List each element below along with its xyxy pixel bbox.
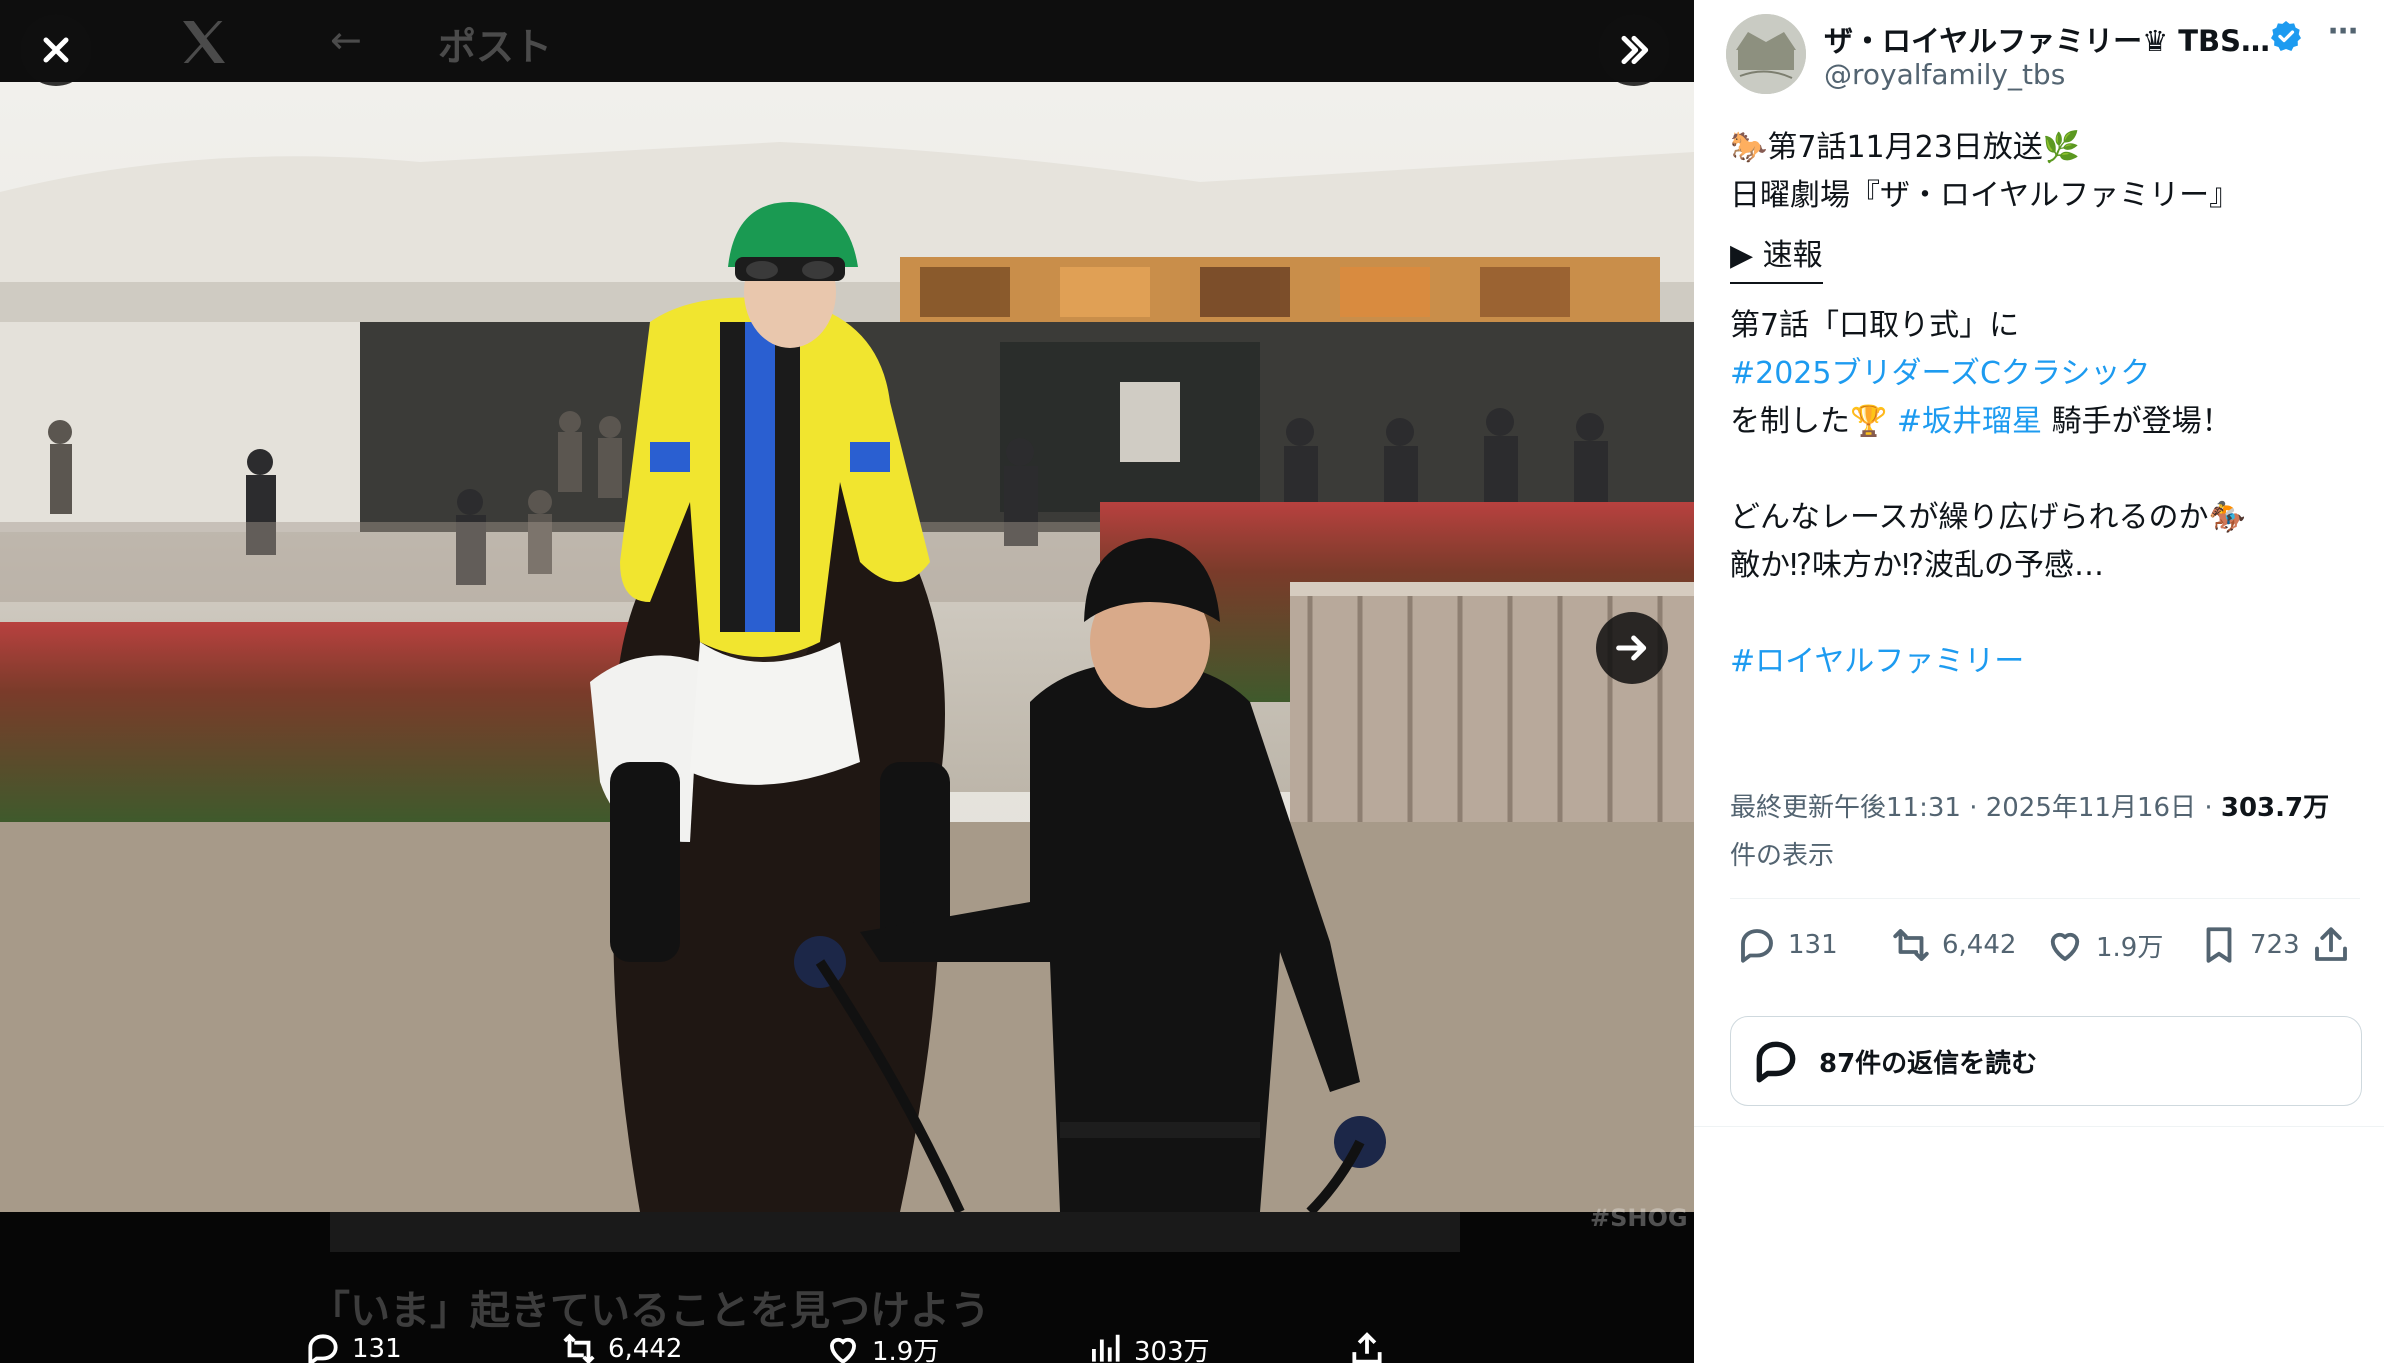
tweet-line-3: ▶︎ 速報 <box>1730 232 1823 284</box>
bookmark-button[interactable]: 723 <box>2198 924 2300 966</box>
next-arrow-icon <box>1616 635 1647 661</box>
hashtag-royal-family[interactable]: #ロイヤルファミリー <box>1730 644 2024 679</box>
background-views-count: 303万 <box>1134 1336 1210 1363</box>
author-handle[interactable]: @royalfamily_tbs <box>1824 58 2065 91</box>
background-repost-stat: 6,442 <box>560 1330 682 1363</box>
tweet-line-1-text: 第7話11月23日放送 <box>1767 130 2043 165</box>
background-page-title: ポスト <box>438 25 553 69</box>
media-viewer: ← ポスト #SHOG 「いま」起きていることを見つけよう 131 6,442 … <box>0 0 1694 1363</box>
tweet-line-8: 敵か⁉味方か⁉波乱の予感… <box>1730 548 2104 583</box>
background-repost-count: 6,442 <box>608 1334 683 1363</box>
like-button[interactable]: 1.9万 <box>2044 924 2163 966</box>
close-button[interactable] <box>20 14 92 86</box>
reply-count: 131 <box>1788 930 1838 960</box>
read-replies-button[interactable]: 87件の返信を読む <box>1730 1016 2362 1106</box>
collapse-panel-icon <box>1621 35 1649 65</box>
repost-count: 6,442 <box>1942 930 2017 960</box>
collapse-panel-button[interactable] <box>1598 14 1670 86</box>
tweet-detail-panel: ザ・ロイヤルファミリー♛ TBS1... ⋯ @royalfamily_tbs … <box>1694 0 2384 1363</box>
horse-emoji: 🐎 <box>1730 130 1768 165</box>
background-share-stat <box>1348 1330 1386 1363</box>
divider <box>1694 1126 2384 1127</box>
verified-badge-icon <box>2271 21 2301 51</box>
reply-icon <box>1756 1041 1796 1083</box>
tweet-line-2: 日曜劇場『ザ・ロイヤルファミリー』 <box>1730 178 2240 213</box>
updated-time[interactable]: 最終更新午後11:31 · 2025年11月16日 · <box>1730 793 2221 823</box>
more-icon[interactable]: ⋯ <box>2328 14 2359 49</box>
tweet-text: 🐎第7話11月23日放送🌿 日曜劇場『ザ・ロイヤルファミリー』 ▶︎ 速報 第7… <box>1730 124 2360 686</box>
bookmark-icon <box>2206 927 2232 963</box>
action-bar: 131 6,442 1.9万 723 <box>1730 924 2360 984</box>
hashtag-sakai-ryusei[interactable]: #坂井瑠星 <box>1897 404 2042 439</box>
tweet-line-6: を制した🏆 #坂井瑠星 騎手が登場！ <box>1730 398 2360 446</box>
hashtag-breeders-cup[interactable]: #2025ブリダーズCクラシック <box>1730 356 2150 391</box>
reply-icon <box>1741 929 1773 963</box>
tweet-line-7: どんなレースが繰り広げられるのか🏇 <box>1730 494 2360 542</box>
like-icon <box>830 1337 856 1363</box>
background-strip <box>330 1212 1460 1252</box>
tweet-line-4: 第7話「口取り式」に <box>1730 308 2020 343</box>
like-icon <box>2050 932 2080 961</box>
close-icon <box>43 37 69 63</box>
views-icon <box>1092 1334 1120 1362</box>
repost-icon <box>1893 929 1929 961</box>
background-header <box>0 0 1694 82</box>
view-count: 303.7万 <box>2220 793 2330 823</box>
next-media-button[interactable] <box>1596 612 1668 684</box>
photo-illustration <box>0 82 1694 1212</box>
views-suffix: 件の表示 <box>1730 841 1835 871</box>
author-name[interactable]: ザ・ロイヤルファミリー♛ TBS1... <box>1824 18 2274 60</box>
avatar[interactable] <box>1726 14 1806 94</box>
horse-racing-emoji: 🏇 <box>2208 500 2246 535</box>
like-count: 1.9万 <box>2096 932 2164 963</box>
reply-button[interactable]: 131 <box>1736 924 1838 966</box>
x-logo-icon <box>183 21 225 63</box>
background-reply-count: 131 <box>352 1334 402 1363</box>
bookmark-count: 723 <box>2250 930 2300 960</box>
reply-icon <box>308 1334 338 1363</box>
repost-button[interactable]: 6,442 <box>1890 924 2016 966</box>
background-hashtag: #SHOG <box>1590 1204 1688 1232</box>
share-icon <box>1352 1332 1382 1363</box>
trophy-emoji: 🏆 <box>1850 404 1888 439</box>
read-replies-label: 87件の返信を読む <box>1819 1048 2038 1079</box>
tweet-line-7-text: どんなレースが繰り広げられるのか <box>1730 500 2209 535</box>
divider <box>1730 898 2360 899</box>
tweet-meta: 最終更新午後11:31 · 2025年11月16日 · 303.7万 件の表示 <box>1730 784 2360 880</box>
tweet-line-6-suffix: 騎手が登場！ <box>2042 404 2232 439</box>
tweet-line-1: 🐎第7話11月23日放送🌿 <box>1730 124 2360 172</box>
background-overlay-title: 「いま」起きていることを見つけよう <box>310 1288 990 1334</box>
plant-emoji: 🌿 <box>2042 130 2081 165</box>
background-reply-stat: 131 <box>304 1330 402 1363</box>
royal-family-logo <box>1726 14 1806 94</box>
repost-icon <box>563 1333 595 1363</box>
back-arrow-icon: ← <box>330 18 362 62</box>
media-image <box>0 82 1694 1212</box>
share-button[interactable] <box>2310 924 2352 966</box>
background-like-stat: 1.9万 <box>824 1330 939 1363</box>
background-views-stat: 303万 <box>1086 1330 1210 1363</box>
tweet-line-6-prefix: を制した <box>1730 404 1850 439</box>
share-icon <box>2315 927 2347 961</box>
background-like-count: 1.9万 <box>872 1336 940 1363</box>
